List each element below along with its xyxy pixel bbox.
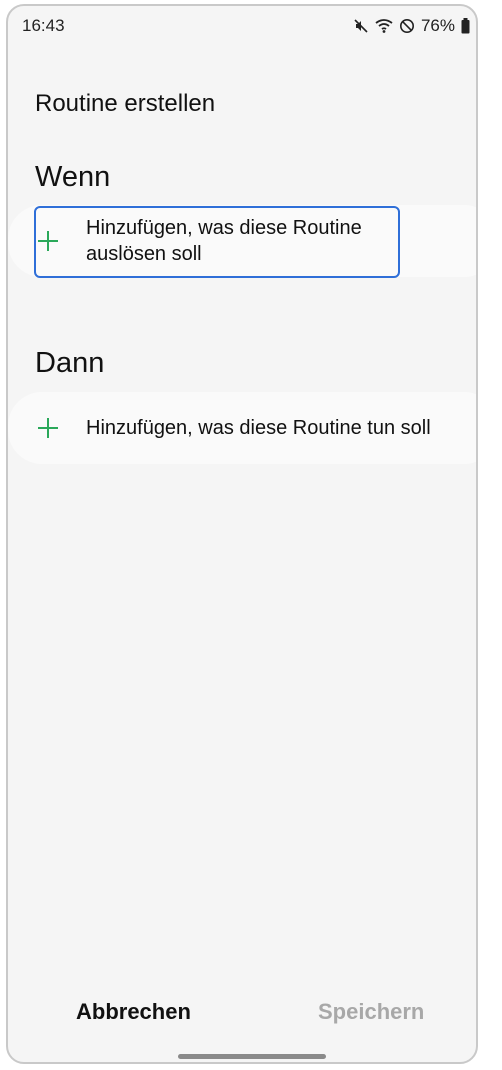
do-not-disturb-icon bbox=[399, 18, 415, 34]
plus-icon bbox=[36, 416, 60, 440]
battery-icon bbox=[461, 18, 470, 34]
mute-icon bbox=[353, 18, 369, 34]
when-section-title: Wenn bbox=[35, 161, 111, 193]
add-action-label: Hinzufügen, was diese Routine tun soll bbox=[86, 417, 431, 439]
home-indicator[interactable] bbox=[178, 1054, 326, 1059]
then-section-title: Dann bbox=[35, 347, 105, 379]
phone-screen: 16:43 76% Routine erstellen Wenn Hinzufü… bbox=[6, 4, 478, 1064]
status-bar: 16:43 76% bbox=[8, 6, 476, 46]
save-button[interactable]: Speichern bbox=[318, 999, 424, 1025]
cancel-button[interactable]: Abbrechen bbox=[76, 999, 191, 1025]
add-action-button[interactable]: Hinzufügen, was diese Routine tun soll bbox=[8, 392, 476, 464]
battery-percent: 76% bbox=[420, 16, 455, 35]
page-title: Routine erstellen bbox=[35, 90, 216, 117]
status-icons: 76% bbox=[353, 16, 470, 36]
focus-highlight bbox=[34, 206, 400, 278]
bottom-action-bar: Abbrechen Speichern bbox=[8, 991, 476, 1031]
status-time: 16:43 bbox=[22, 16, 65, 35]
wifi-icon bbox=[375, 18, 393, 34]
